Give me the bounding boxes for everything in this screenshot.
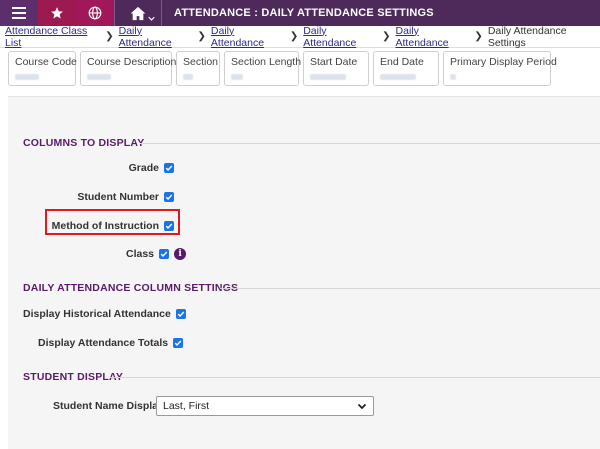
favorites-button[interactable] — [38, 0, 76, 26]
card-value-redacted — [450, 74, 456, 80]
card-label: Course Code — [15, 56, 77, 68]
menu-icon — [12, 7, 26, 19]
card-value-redacted — [380, 74, 416, 80]
section-title-daily-attendance-column-settings: DAILY ATTENDANCE COLUMN SETTINGS — [23, 282, 239, 294]
display-historical-attendance-label: Display Historical Attendance — [23, 308, 171, 320]
method-of-instruction-checkbox[interactable] — [164, 221, 174, 231]
student-name-display-label: Student Name Display — [53, 400, 164, 412]
student-name-display-select[interactable]: Last, First — [156, 396, 374, 416]
method-of-instruction-label: Method of Instruction — [51, 220, 159, 232]
setting-row-class: Class i — [126, 248, 187, 260]
card-label: Course Description — [87, 56, 177, 68]
page-title: ATTENDANCE : DAILY ATTENDANCE SETTINGS — [174, 7, 434, 19]
card-end-date: End Date — [373, 51, 439, 86]
card-course-code: Course Code — [8, 51, 77, 86]
student-number-label: Student Number — [77, 191, 159, 203]
chevron-right-icon: ❯ — [105, 31, 114, 42]
setting-row-display-historical-attendance: Display Historical Attendance — [23, 308, 186, 320]
checkmark-icon — [177, 311, 185, 318]
info-icon[interactable]: i — [174, 248, 187, 260]
menu-button[interactable] — [0, 0, 38, 26]
star-icon — [51, 7, 63, 19]
card-label: Primary Display Period — [450, 56, 557, 68]
checkmark-icon — [174, 340, 182, 347]
setting-row-grade: Grade — [129, 162, 174, 174]
home-icon — [130, 6, 146, 20]
course-info-cards: Course Code Course Description Section S… — [8, 51, 557, 86]
card-start-date: Start Date — [303, 51, 369, 86]
student-name-display-value: Last, First — [163, 400, 210, 412]
display-attendance-totals-checkbox[interactable] — [173, 338, 184, 348]
class-checkbox[interactable] — [159, 249, 170, 259]
breadcrumb-link-daily-attendance[interactable]: Daily Attendance — [211, 25, 285, 49]
card-section: Section — [176, 51, 220, 86]
card-label: End Date — [380, 56, 424, 68]
section-title-student-display: STUDENT DISPLAY — [23, 371, 124, 383]
chevron-down-icon — [148, 16, 155, 21]
grade-checkbox[interactable] — [164, 163, 174, 173]
section-divider — [110, 377, 600, 378]
display-attendance-totals-label: Display Attendance Totals — [38, 337, 169, 349]
breadcrumb-link-daily-attendance[interactable]: Daily Attendance — [303, 25, 377, 49]
checkmark-icon — [160, 251, 168, 258]
breadcrumb-link-attendance-class-list[interactable]: Attendance Class List — [5, 25, 100, 49]
class-label: Class — [126, 248, 155, 260]
card-value-redacted — [87, 74, 111, 80]
breadcrumb: Attendance Class List ❯ Daily Attendance… — [0, 24, 600, 49]
display-historical-attendance-checkbox[interactable] — [175, 309, 186, 319]
setting-row-display-attendance-totals: Display Attendance Totals — [38, 337, 184, 349]
card-value-redacted — [310, 74, 346, 80]
card-value-redacted — [15, 74, 39, 80]
chevron-down-icon — [357, 403, 367, 410]
breadcrumb-link-daily-attendance[interactable]: Daily Attendance — [396, 25, 470, 49]
home-button[interactable] — [114, 0, 162, 26]
globe-button[interactable] — [76, 0, 114, 26]
breadcrumb-link-daily-attendance[interactable]: Daily Attendance — [119, 25, 193, 49]
card-value-redacted — [231, 74, 243, 80]
breadcrumb-current: Daily Attendance Settings — [487, 24, 567, 49]
checkmark-icon — [165, 194, 173, 201]
card-section-length: Section Length — [224, 51, 302, 86]
chevron-right-icon: ❯ — [197, 31, 206, 42]
card-label: Section Length — [231, 56, 302, 68]
globe-icon — [88, 6, 102, 20]
checkmark-icon — [165, 223, 173, 230]
card-primary-display-period: Primary Display Period — [443, 51, 557, 86]
setting-row-method-of-instruction: Method of Instruction — [52, 220, 174, 232]
chevron-right-icon: ❯ — [474, 31, 483, 42]
student-number-checkbox[interactable] — [164, 192, 174, 202]
card-label: Section — [183, 56, 219, 68]
setting-row-student-number: Student Number — [77, 191, 174, 203]
top-navigation-bar: ATTENDANCE : DAILY ATTENDANCE SETTINGS — [0, 0, 600, 26]
chevron-right-icon: ❯ — [289, 31, 299, 42]
setting-row-student-name-display: Student Name Display — [53, 400, 164, 412]
chevron-right-icon: ❯ — [382, 31, 391, 42]
card-label: Start Date — [310, 56, 358, 68]
section-title-columns-to-display: COLUMNS TO DISPLAY — [23, 137, 145, 149]
card-course-description: Course Description — [80, 51, 177, 86]
settings-form: COLUMNS TO DISPLAY Grade Student Number … — [8, 96, 600, 449]
section-divider — [140, 143, 600, 144]
card-value-redacted — [183, 74, 193, 80]
grade-label: Grade — [128, 162, 159, 174]
section-divider — [220, 288, 600, 289]
checkmark-icon — [165, 165, 173, 172]
